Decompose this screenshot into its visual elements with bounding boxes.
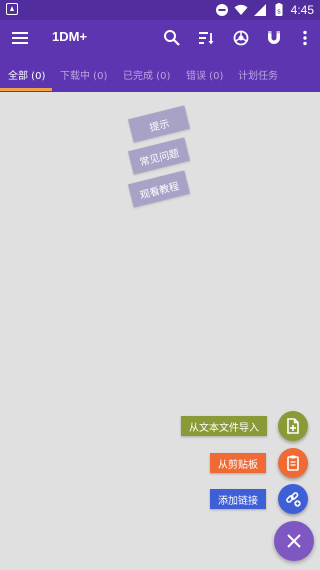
import-from-text-button[interactable]	[278, 411, 308, 441]
tab-all[interactable]: 全部 (0)	[8, 67, 45, 82]
app-title: 1DM+	[52, 29, 88, 44]
from-clipboard-label[interactable]: 从剪贴板	[210, 453, 266, 473]
minus-circle-icon	[215, 4, 228, 16]
tab-completed[interactable]: 已完成 (0)	[123, 67, 170, 82]
tab-indicator	[0, 88, 52, 91]
app-toolbar: 1DM+	[0, 20, 320, 56]
tab-downloading[interactable]: 下载中 (0)	[60, 67, 107, 82]
fab-close-button[interactable]	[274, 521, 314, 561]
status-icons: s 4:45	[215, 2, 314, 18]
link-add-icon	[286, 492, 301, 507]
close-icon	[287, 534, 301, 548]
battery-icon: s	[275, 3, 283, 16]
launcher-a-icon	[6, 3, 18, 15]
menu-icon[interactable]	[10, 28, 30, 48]
status-bar: s 4:45	[0, 0, 320, 20]
sort-icon[interactable]	[196, 28, 216, 48]
status-time: 4:45	[290, 3, 314, 17]
svg-text:s: s	[277, 8, 281, 16]
from-clipboard-button[interactable]	[278, 448, 308, 478]
signal-icon	[253, 4, 266, 16]
add-link-label[interactable]: 添加链接	[210, 489, 266, 509]
import-from-text-label[interactable]: 从文本文件导入	[181, 416, 267, 436]
browser-icon[interactable]	[231, 28, 251, 48]
tab-scheduled[interactable]: 计划任务	[238, 67, 278, 82]
search-icon[interactable]	[162, 28, 182, 48]
wifi-icon	[234, 4, 248, 15]
file-import-icon	[287, 418, 299, 434]
tab-error[interactable]: 错误 (0)	[186, 67, 223, 82]
magnet-icon[interactable]	[264, 28, 284, 48]
clipboard-icon	[287, 455, 299, 471]
more-vert-icon[interactable]	[295, 28, 315, 48]
add-link-button[interactable]	[278, 484, 308, 514]
download-tabs: 全部 (0) 下载中 (0) 已完成 (0) 错误 (0) 计划任务	[0, 56, 320, 92]
